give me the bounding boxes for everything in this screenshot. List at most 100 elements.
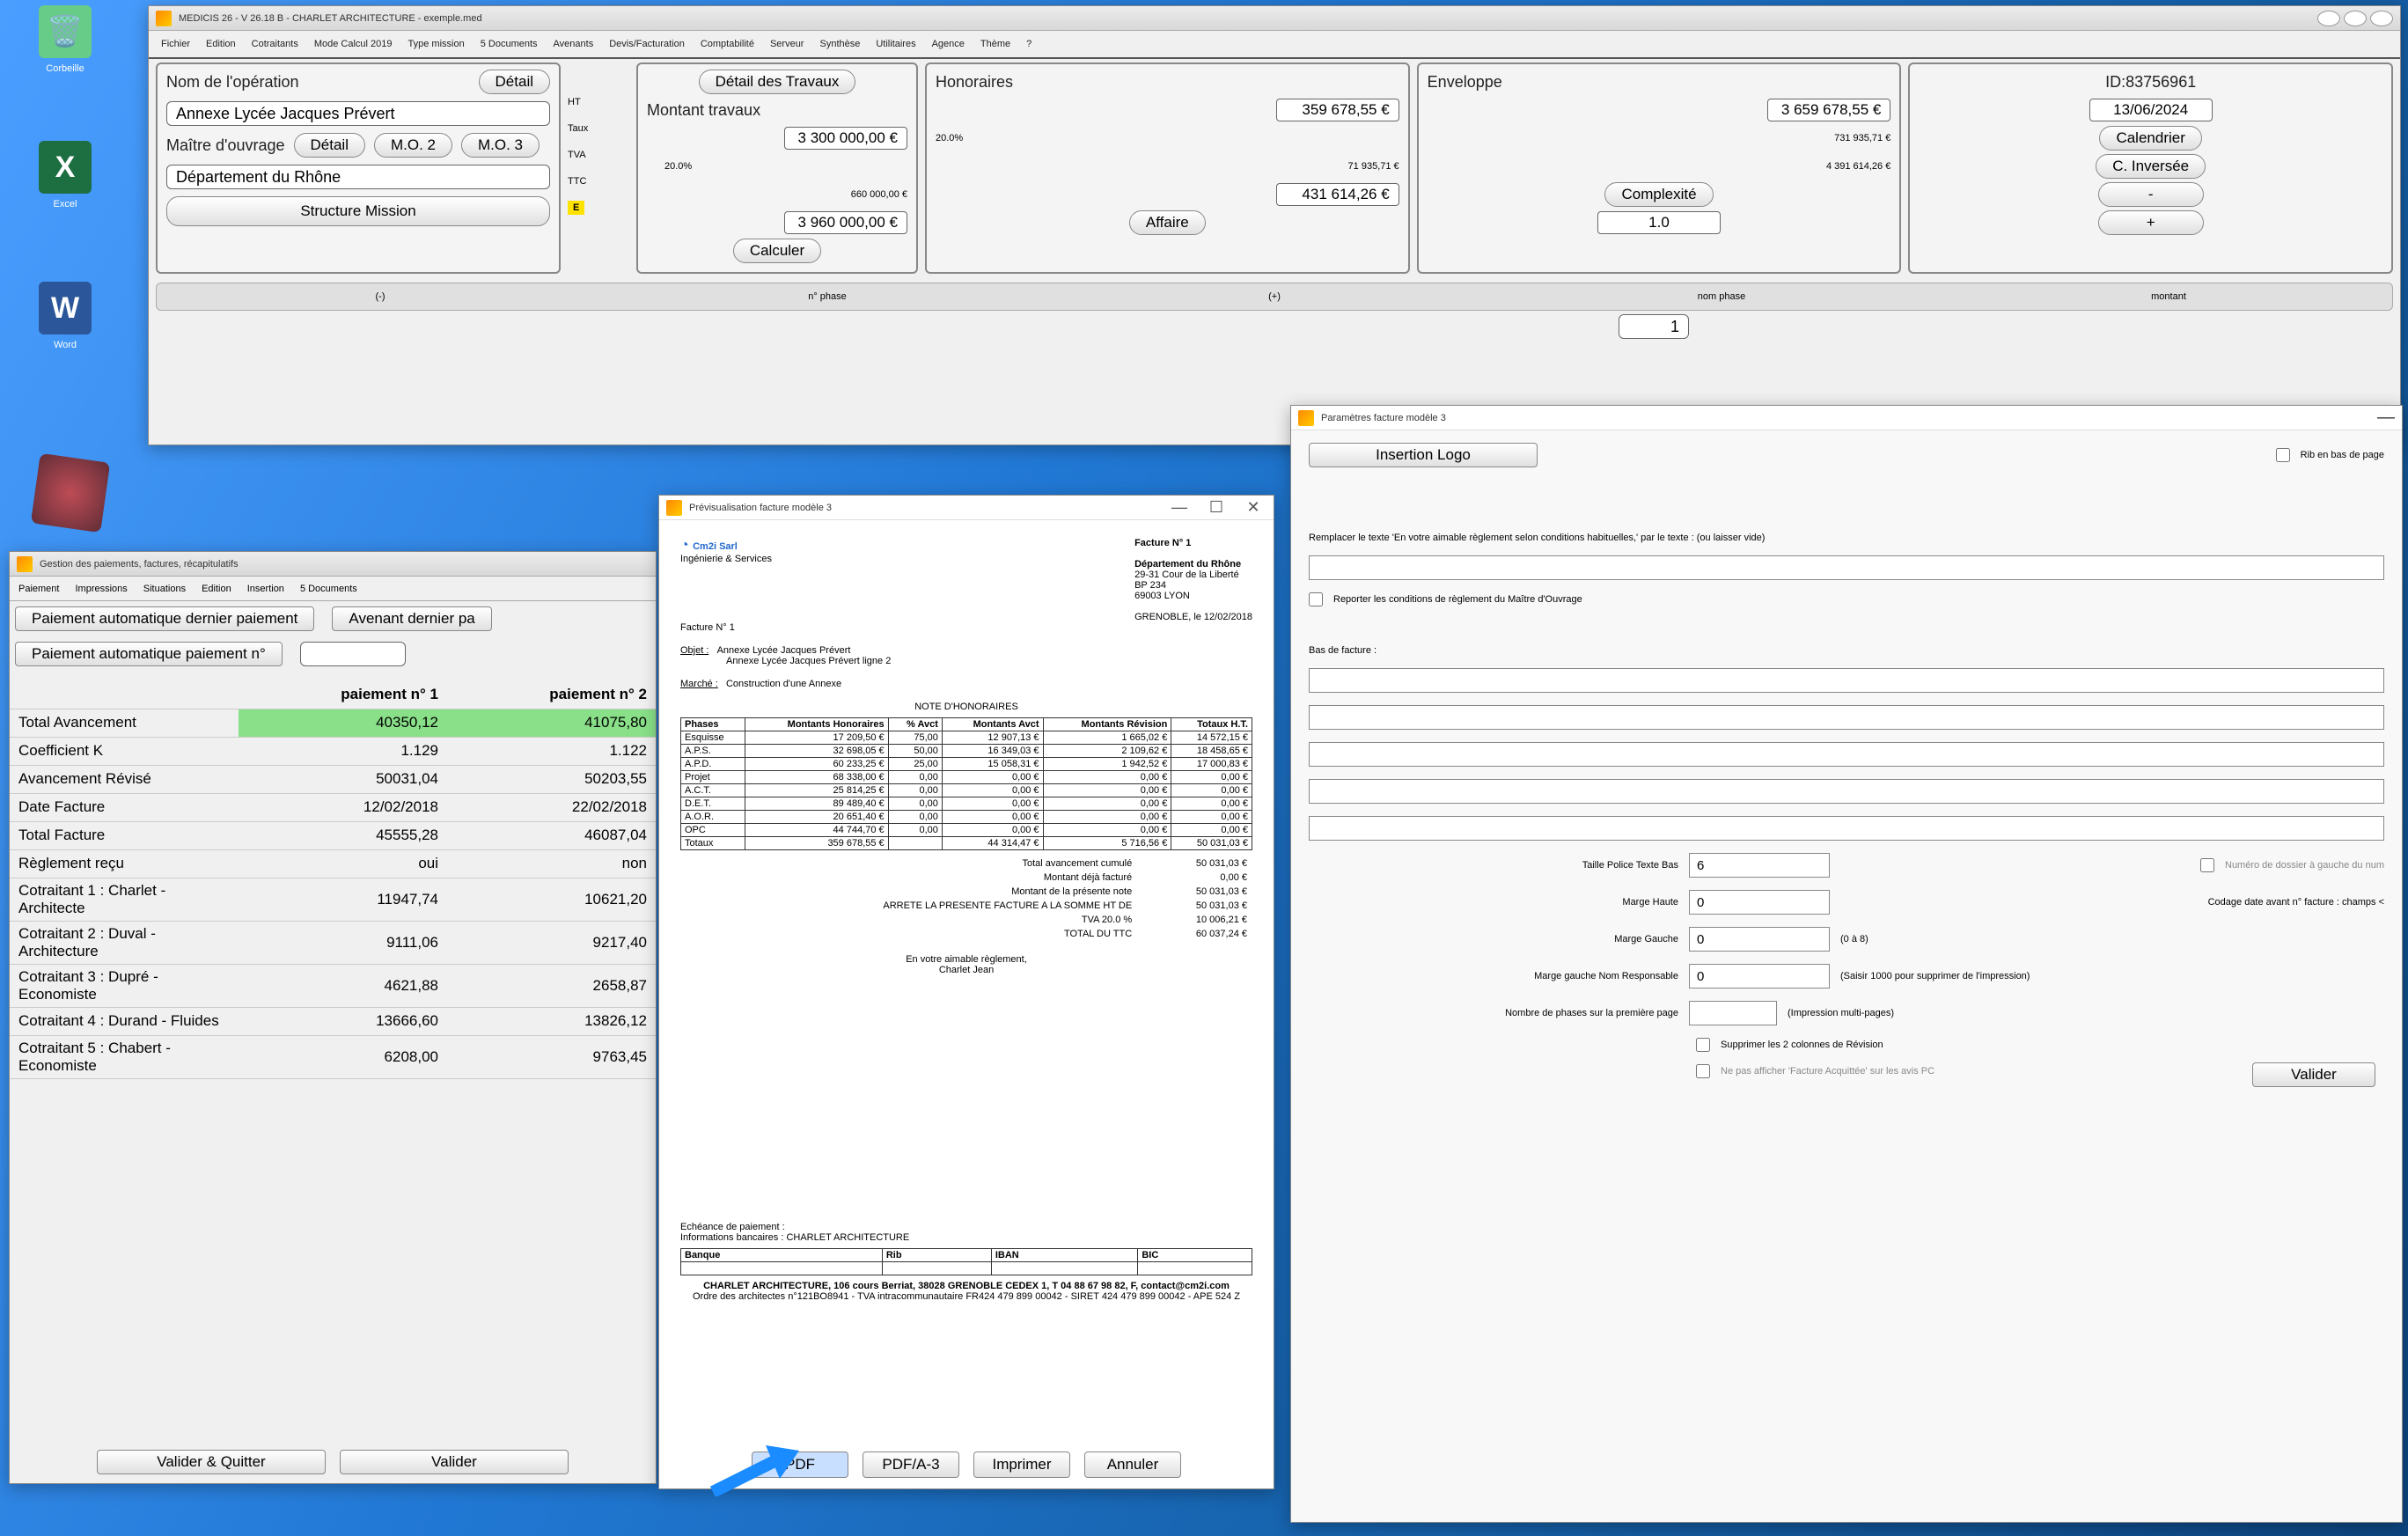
table-row[interactable]: Total Avancement40350,1241075,80	[10, 709, 656, 737]
bas-input-3[interactable]	[1309, 742, 2384, 767]
structure-button[interactable]: Structure Mission	[166, 196, 550, 226]
bas-input-1[interactable]	[1309, 668, 2384, 693]
desktop-trash[interactable]: 🗑️Corbeille	[21, 5, 109, 74]
affaire-button[interactable]: Affaire	[1129, 210, 1206, 235]
ptable-head: paiement n° 2	[447, 680, 656, 709]
table-row[interactable]: Cotraitant 1 : Charlet - Architecte11947…	[10, 878, 656, 921]
replace-input[interactable]	[1309, 555, 2384, 580]
mo-field[interactable]: Département du Rhône	[166, 165, 550, 189]
pdfa-button[interactable]: PDF/A-3	[863, 1451, 959, 1478]
menu-modecalcul2019[interactable]: Mode Calcul 2019	[314, 39, 393, 49]
codage-label: Codage date avant n° facture : champs <	[2208, 897, 2384, 908]
calendrier-button[interactable]: Calendrier	[2099, 126, 2201, 151]
complexite-button[interactable]: Complexité	[1604, 182, 1713, 207]
params-min-button[interactable]: —	[2377, 408, 2395, 428]
rib-checkbox[interactable]	[2276, 448, 2290, 462]
menu-utilitaires[interactable]: Utilitaires	[876, 39, 915, 49]
table-row[interactable]: Total Facture45555,2846087,04	[10, 821, 656, 849]
menu-5documents[interactable]: 5 Documents	[481, 39, 538, 49]
paiement-auto-dernier-button[interactable]: Paiement automatique dernier paiement	[15, 606, 314, 631]
menu-thme[interactable]: Thème	[980, 39, 1010, 49]
report-checkbox[interactable]	[1309, 592, 1323, 606]
gmenu-impressions[interactable]: Impressions	[75, 584, 127, 594]
preview-max-button[interactable]: ☐	[1203, 498, 1230, 517]
menu-devisfacturation[interactable]: Devis/Facturation	[609, 39, 685, 49]
insertion-logo-button[interactable]: Insertion Logo	[1309, 443, 1538, 467]
table-row[interactable]: Cotraitant 2 : Duval - Architecture9111,…	[10, 921, 656, 964]
hono-tva: 71 935,71 €	[1267, 161, 1399, 172]
paiement-n-input[interactable]	[300, 642, 406, 666]
main-title: MEDICIS 26 - V 26.18 B - CHARLET ARCHITE…	[179, 13, 482, 24]
mgr-input[interactable]	[1689, 964, 1830, 988]
complexite-value[interactable]: 1.0	[1597, 211, 1721, 234]
mo3-button[interactable]: M.O. 3	[461, 133, 540, 158]
gmenu-insertion[interactable]: Insertion	[247, 584, 284, 594]
hono-ttc[interactable]: 431 614,26 €	[1276, 183, 1399, 206]
table-row[interactable]: Cotraitant 5 : Chabert - Economiste6208,…	[10, 1035, 656, 1078]
env-value[interactable]: 3 659 678,55 €	[1767, 99, 1890, 121]
detail-mo-button[interactable]: Détail	[294, 133, 365, 158]
hono-value[interactable]: 359 678,55 €	[1276, 99, 1399, 121]
mo2-button[interactable]: M.O. 2	[374, 133, 452, 158]
preview-close-button[interactable]: ✕	[1240, 498, 1266, 517]
table-row[interactable]: Cotraitant 4 : Durand - Fluides13666,601…	[10, 1007, 656, 1035]
mg-input[interactable]	[1689, 927, 1830, 952]
detail-travaux-button[interactable]: Détail des Travaux	[699, 70, 856, 94]
table-row[interactable]: Coefficient K1.1291.122	[10, 737, 656, 765]
gmenu-5 documents[interactable]: 5 Documents	[300, 584, 357, 594]
imprimer-button[interactable]: Imprimer	[973, 1451, 1070, 1478]
date-field[interactable]: 13/06/2024	[2089, 99, 2213, 121]
table-row[interactable]: Date Facture12/02/201822/02/2018	[10, 793, 656, 821]
numero-checkbox[interactable]	[2200, 858, 2214, 872]
table-row[interactable]: Avancement Révisé50031,0450203,55	[10, 765, 656, 793]
nepas-checkbox[interactable]	[1696, 1064, 1710, 1078]
menu-fichier[interactable]: Fichier	[161, 39, 190, 49]
valider-button[interactable]: Valider	[340, 1450, 569, 1474]
menu-avenants[interactable]: Avenants	[554, 39, 594, 49]
menu-edition[interactable]: Edition	[206, 39, 236, 49]
max-button[interactable]	[2344, 11, 2367, 26]
cinversee-button[interactable]: C. Inversée	[2096, 154, 2206, 179]
gmenu-edition[interactable]: Edition	[202, 584, 231, 594]
desktop-excel[interactable]: XExcel	[21, 141, 109, 209]
menu-cotraitants[interactable]: Cotraitants	[252, 39, 298, 49]
menu-agence[interactable]: Agence	[932, 39, 965, 49]
plus-button[interactable]: +	[2098, 210, 2204, 235]
menu-comptabilit[interactable]: Comptabilité	[701, 39, 754, 49]
supprimer-label: Supprimer les 2 colonnes de Révision	[1721, 1040, 1883, 1050]
taille-input[interactable]	[1689, 853, 1830, 878]
preview-title: Prévisualisation facture modèle 3	[689, 503, 832, 513]
nph-input[interactable]	[1689, 1001, 1777, 1025]
detail-operation-button[interactable]: Détail	[479, 70, 550, 94]
minus-button[interactable]: -	[2098, 182, 2204, 207]
menu-synthse[interactable]: Synthèse	[819, 39, 860, 49]
main-window: MEDICIS 26 - V 26.18 B - CHARLET ARCHITE…	[148, 5, 2401, 445]
bas-input-5[interactable]	[1309, 816, 2384, 841]
bas-input-2[interactable]	[1309, 705, 2384, 730]
calculer-button[interactable]: Calculer	[733, 239, 821, 263]
table-row[interactable]: Cotraitant 3 : Dupré - Economiste4621,88…	[10, 964, 656, 1007]
valider-quitter-button[interactable]: Valider & Quitter	[97, 1450, 326, 1474]
menu-serveur[interactable]: Serveur	[770, 39, 804, 49]
echeance: Echéance de paiement :	[680, 1222, 1252, 1232]
nomop-field[interactable]: Annexe Lycée Jacques Prévert	[166, 101, 550, 126]
annuler-button[interactable]: Annuler	[1084, 1451, 1181, 1478]
menu-[interactable]: ?	[1026, 39, 1031, 49]
supprimer-checkbox[interactable]	[1696, 1038, 1710, 1052]
montant-ht[interactable]: 3 300 000,00 €	[784, 127, 907, 150]
table-row[interactable]: Règlement reçuouinon	[10, 849, 656, 878]
preview-min-button[interactable]: —	[1166, 498, 1193, 517]
avenant-dernier-button[interactable]: Avenant dernier pa	[332, 606, 491, 631]
desktop-word[interactable]: WWord	[21, 282, 109, 350]
gmenu-situations[interactable]: Situations	[143, 584, 186, 594]
gmenu-paiement[interactable]: Paiement	[18, 584, 59, 594]
bas-input-4[interactable]	[1309, 779, 2384, 804]
ttc-value[interactable]: 3 960 000,00 €	[784, 211, 907, 234]
close-button[interactable]	[2370, 11, 2393, 26]
menu-typemission[interactable]: Type mission	[408, 39, 465, 49]
min-button[interactable]	[2317, 11, 2340, 26]
phase-number[interactable]: 1	[1619, 314, 1689, 339]
params-valider-button[interactable]: Valider	[2252, 1062, 2375, 1087]
mh-input[interactable]	[1689, 890, 1830, 915]
paiement-auto-n-button[interactable]: Paiement automatique paiement n°	[15, 642, 283, 666]
